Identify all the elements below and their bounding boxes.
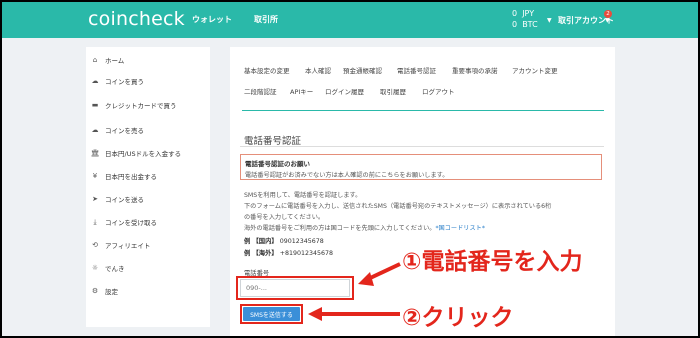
sidebar-item-denki[interactable]: ☼ でんき (90, 258, 125, 278)
balance-jpy: 0 JPY (512, 9, 535, 18)
account-dropdown-icon[interactable]: ▼ (605, 17, 610, 24)
description-line-3: の番号を入力してください。 (244, 214, 325, 221)
sidebar-item-affiliate[interactable]: ⟲ アフィリエイト (90, 235, 150, 255)
country-code-link[interactable]: *国コードリスト* (435, 225, 485, 232)
tab-login-history[interactable]: ログイン履歴 (325, 86, 364, 96)
tab-divider (242, 110, 604, 111)
tab-important-terms[interactable]: 重要事項の承諾 (452, 65, 498, 75)
nav-wallet[interactable]: ウォレット (192, 14, 232, 25)
sidebar-item-receive[interactable]: ⤓ コインを受け取る (90, 212, 157, 232)
example-overseas: 例 【海外】 +819012345678 (244, 250, 334, 257)
description-line-1: SMSを利用して、電話番号を認証します。 (244, 192, 362, 199)
notice-body: 電話番号認証がお済みでない方は本人確認の前にこちらをお願いします。 (245, 172, 449, 179)
affiliate-icon: ⟲ (92, 241, 98, 249)
annotation-step-1: ①電話番号を入力 (402, 249, 583, 275)
balance-btc: 0 BTC (512, 20, 538, 29)
arrow-to-input-icon (358, 262, 401, 286)
lightbulb-icon: ☼ (91, 264, 99, 272)
arrow-to-button-icon (308, 307, 400, 321)
cloud-download-icon: ☁ (91, 126, 99, 134)
sidebar-item-settings[interactable]: ⚙ 設定 (90, 281, 118, 301)
bank-icon: 🏛 (90, 149, 100, 157)
tab-identity-verification[interactable]: 本人確認 (305, 65, 331, 75)
send-icon: ➤ (92, 195, 98, 203)
home-icon: ⌂ (92, 56, 98, 64)
tab-api-key[interactable]: APIキー (290, 86, 313, 96)
sidebar-item-send[interactable]: ➤ コインを送る (90, 189, 144, 209)
button-highlight-box (240, 304, 303, 324)
nav-exchange[interactable]: 取引所 (254, 14, 278, 25)
notice-box: 電話番号認証のお願い 電話番号認証がお済みでない方は本人確認の前にこちらをお願い… (240, 154, 602, 180)
description-line-2: 下のフォームに電話番号を入力し、送信されたSMS（電話番号宛のテキストメッセージ… (244, 203, 552, 210)
tab-account-change[interactable]: アカウント変更 (512, 65, 558, 75)
screenshot-frame: coincheck ウォレット 取引所 0 JPY 0 BTC ▼ 取引アカウン… (0, 0, 700, 338)
sidebar-item-withdraw[interactable]: ¥ 日本円を出金する (90, 166, 157, 186)
credit-card-icon: ▬ (91, 101, 99, 109)
tab-two-factor[interactable]: 二段階認証 (244, 86, 277, 96)
sidebar-item-buy[interactable]: ☁ コインを買う (90, 71, 145, 91)
coincheck-logo[interactable]: coincheck (88, 8, 185, 30)
tab-basic-settings[interactable]: 基本設定の変更 (244, 65, 290, 75)
yen-icon: ¥ (92, 172, 98, 180)
description-line-4: 海外の電話番号をご利用の方は国コードを先頭に入力してください。*国コードリスト* (244, 225, 485, 232)
tab-trade-history[interactable]: 取引履歴 (380, 86, 406, 96)
sidebar: ⌂ ホーム ☁ コインを買う ▬ クレジットカードで買う ☁ コインを売る 🏛 日本円/U… (86, 47, 210, 327)
balance-dropdown-icon[interactable]: ▼ (547, 17, 552, 24)
top-header: coincheck ウォレット 取引所 0 JPY 0 BTC ▼ 取引アカウン… (2, 2, 698, 38)
tab-phone-verification[interactable]: 電話番号認証 (397, 65, 436, 75)
annotation-step-2: ②クリック (402, 305, 514, 331)
page-title: 電話番号認証 (244, 136, 302, 147)
sidebar-item-sell[interactable]: ☁ コインを売る (90, 120, 145, 140)
example-domestic: 例 【国内】 09012345678 (244, 238, 324, 245)
tab-logout[interactable]: ログアウト (422, 86, 455, 96)
sidebar-item-deposit[interactable]: 🏛 日本円/USドルを入金する (90, 143, 182, 163)
gear-icon: ⚙ (91, 287, 99, 295)
sidebar-item-credit-card[interactable]: ▬ クレジットカードで買う (90, 95, 177, 115)
tab-passbook[interactable]: 預金通帳確認 (343, 65, 382, 75)
sidebar-item-home[interactable]: ⌂ ホーム (90, 50, 125, 70)
cloud-upload-icon: ☁ (91, 77, 99, 85)
input-highlight-box (236, 276, 354, 300)
notice-title: 電話番号認証のお願い (245, 160, 310, 168)
title-divider (240, 146, 604, 147)
download-icon: ⤓ (93, 217, 97, 226)
